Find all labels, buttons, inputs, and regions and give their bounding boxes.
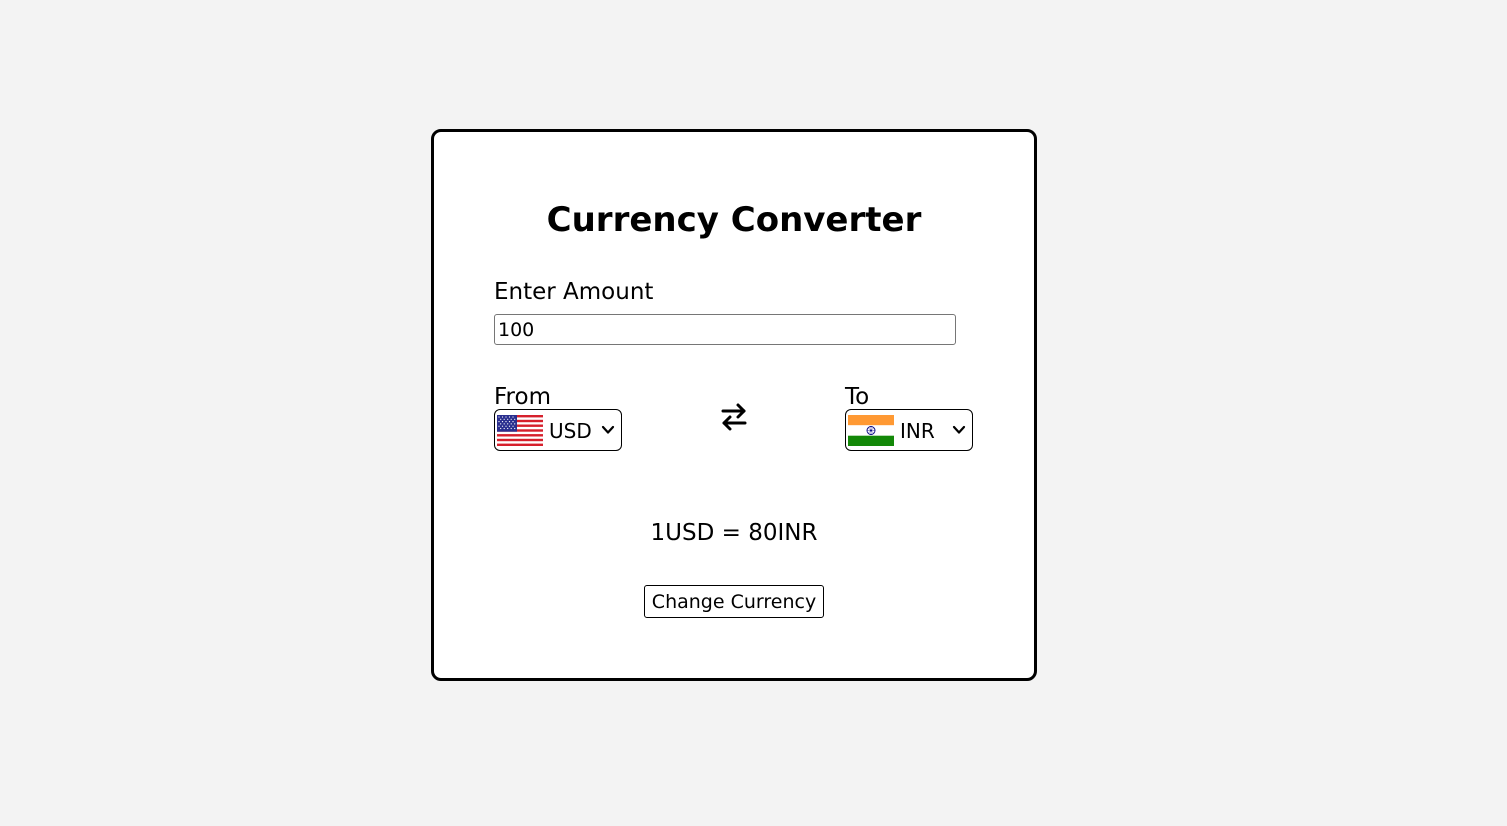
from-currency-code: USD [549,419,592,443]
india-flag-icon [848,415,894,446]
us-flag-icon [497,415,543,446]
swap-arrows-icon[interactable] [720,402,748,432]
to-label: To [845,384,870,410]
to-currency-select[interactable]: INR [845,409,973,451]
page-title: Currency Converter [546,200,922,240]
from-currency-select[interactable]: USD [494,409,622,451]
chevron-down-icon [601,425,615,434]
to-currency-code: INR [900,419,935,443]
amount-label: Enter Amount [494,279,654,305]
chevron-down-icon [952,425,966,434]
converter-card: Currency Converter Enter Amount From USD [431,129,1037,681]
from-label: From [494,384,551,410]
change-currency-button[interactable]: Change Currency [644,585,824,618]
amount-input[interactable] [494,314,956,345]
exchange-rate-text: 1USD = 80INR [650,520,818,546]
